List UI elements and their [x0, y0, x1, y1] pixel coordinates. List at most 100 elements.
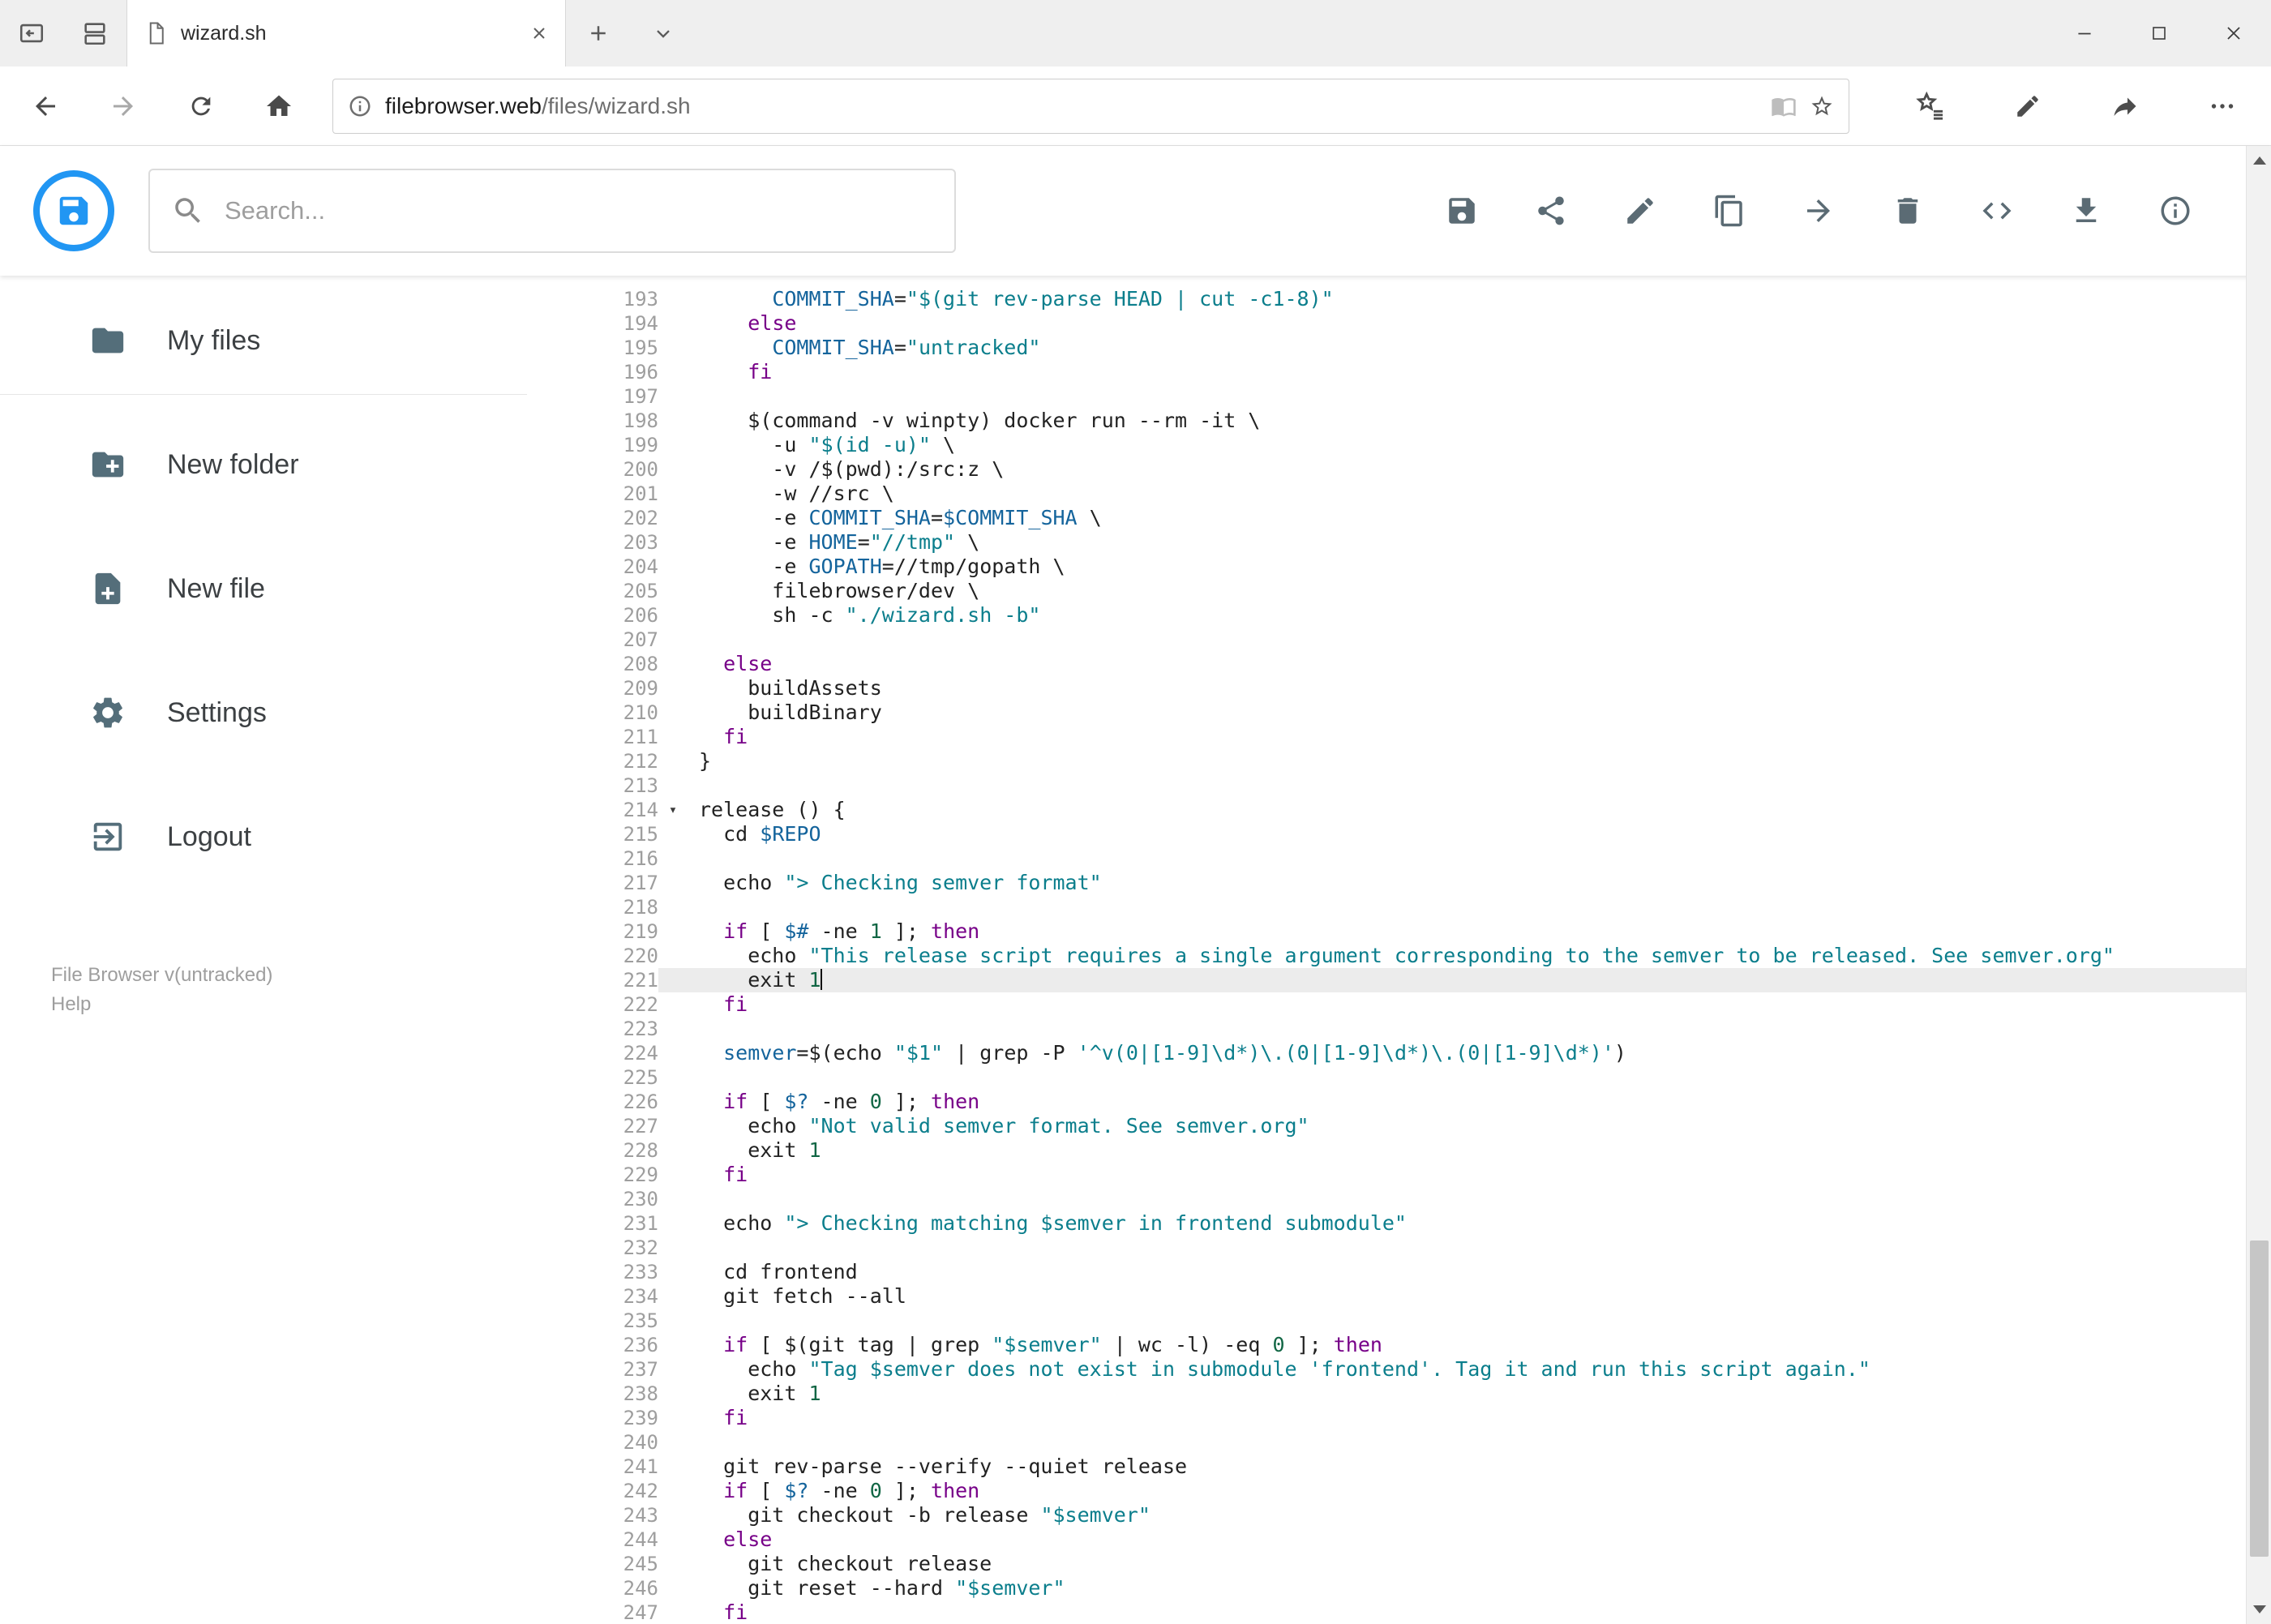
tab-list-caret-button[interactable] — [631, 0, 696, 66]
back-button[interactable] — [6, 66, 84, 145]
code-line[interactable] — [688, 1187, 2271, 1211]
sidebar-item-new-file[interactable]: New file — [0, 548, 568, 629]
info-button[interactable] — [2157, 193, 2193, 229]
code-line[interactable]: echo "Tag $semver does not exist in subm… — [688, 1357, 2271, 1382]
code-line[interactable] — [688, 1309, 2271, 1333]
code-line[interactable]: git checkout -b release "$semver" — [688, 1503, 2271, 1528]
share-button[interactable] — [1533, 193, 1569, 229]
fold-marker-icon[interactable]: ▾ — [658, 798, 688, 822]
code-line[interactable]: semver=$(echo "$1" | grep -P '^v(0|[1-9]… — [688, 1041, 2271, 1065]
close-window-button[interactable] — [2196, 0, 2271, 66]
code-line[interactable]: echo "Not valid semver format. See semve… — [688, 1114, 2271, 1138]
code-line[interactable]: fi — [688, 992, 2271, 1017]
code-editor[interactable]: 193 COMMIT_SHA="$(git rev-parse HEAD | c… — [568, 276, 2271, 1624]
code-line[interactable]: git reset --hard "$semver" — [688, 1576, 2271, 1600]
code-line[interactable]: } — [688, 749, 2271, 773]
code-line[interactable]: git fetch --all — [688, 1284, 2271, 1309]
code-line[interactable]: if [ $# -ne 1 ]; then — [688, 919, 2271, 944]
app-version-link[interactable]: File Browser v(untracked) — [51, 961, 272, 990]
copy-button[interactable] — [1712, 193, 1747, 229]
scroll-down-button[interactable] — [2247, 1595, 2271, 1624]
code-line[interactable] — [688, 773, 2271, 798]
sidebar-item-new-folder[interactable]: New folder — [0, 424, 568, 505]
tab-close-button[interactable] — [529, 24, 549, 43]
code-line[interactable]: fi — [688, 1406, 2271, 1430]
code-line[interactable]: -e HOME="//tmp" \ — [688, 530, 2271, 555]
app-logo[interactable] — [33, 170, 114, 251]
code-line[interactable]: git rev-parse --verify --quiet release — [688, 1455, 2271, 1479]
download-button[interactable] — [2068, 193, 2104, 229]
add-notes-button[interactable] — [1979, 66, 2076, 145]
scroll-up-button[interactable] — [2247, 146, 2271, 175]
sidebar-item-settings[interactable]: Settings — [0, 672, 568, 753]
sidebar-item-my-files[interactable]: My files — [0, 300, 568, 381]
new-tab-button[interactable] — [566, 0, 631, 66]
delete-button[interactable] — [1890, 193, 1926, 229]
code-line[interactable]: $(command -v winpty) docker run --rm -it… — [688, 409, 2271, 433]
code-view-button[interactable] — [1979, 193, 2015, 229]
share-page-button[interactable] — [2076, 66, 2174, 145]
code-line[interactable]: if [ $? -ne 0 ]; then — [688, 1479, 2271, 1503]
favorite-button[interactable] — [1810, 94, 1834, 118]
minimize-button[interactable] — [2047, 0, 2122, 66]
code-line[interactable]: COMMIT_SHA="$(git rev-parse HEAD | cut -… — [688, 287, 2271, 311]
reading-view-button[interactable] — [1771, 93, 1797, 119]
sidebar-item-logout[interactable]: Logout — [0, 796, 568, 877]
code-line[interactable] — [688, 1065, 2271, 1090]
code-line[interactable]: else — [688, 652, 2271, 676]
tab-wizard-sh[interactable]: wizard.sh — [126, 0, 566, 66]
code-line[interactable]: git checkout release — [688, 1552, 2271, 1576]
code-line[interactable]: buildBinary — [688, 701, 2271, 725]
code-line[interactable]: COMMIT_SHA="untracked" — [688, 336, 2271, 360]
code-line[interactable]: echo "> Checking matching $semver in fro… — [688, 1211, 2271, 1236]
code-line[interactable]: cd $REPO — [688, 822, 2271, 846]
scroll-thumb[interactable] — [2250, 1240, 2269, 1557]
help-link[interactable]: Help — [51, 990, 272, 1019]
code-line[interactable]: fi — [688, 1600, 2271, 1624]
tabs-preview-button[interactable] — [63, 0, 126, 66]
forward-button[interactable] — [84, 66, 162, 145]
save-button[interactable] — [1444, 193, 1480, 229]
url-text[interactable]: filebrowser.web/files/wizard.sh — [385, 93, 1758, 119]
code-line[interactable] — [688, 1236, 2271, 1260]
set-tabs-aside-button[interactable] — [0, 0, 63, 66]
maximize-button[interactable] — [2122, 0, 2196, 66]
code-line[interactable]: exit 1 — [688, 968, 2271, 992]
code-line[interactable] — [688, 628, 2271, 652]
code-line[interactable]: -e GOPATH=//tmp/gopath \ — [688, 555, 2271, 579]
edit-button[interactable] — [1622, 193, 1658, 229]
code-line[interactable]: filebrowser/dev \ — [688, 579, 2271, 603]
code-line[interactable]: else — [688, 1528, 2271, 1552]
more-menu-button[interactable] — [2174, 66, 2271, 145]
scrollbar[interactable] — [2246, 146, 2271, 1624]
code-line[interactable]: -w //src \ — [688, 482, 2271, 506]
code-line[interactable]: exit 1 — [688, 1382, 2271, 1406]
code-line[interactable]: exit 1 — [688, 1138, 2271, 1163]
code-line[interactable] — [688, 846, 2271, 871]
code-line[interactable]: -u "$(id -u)" \ — [688, 433, 2271, 457]
code-line[interactable]: sh -c "./wizard.sh -b" — [688, 603, 2271, 628]
home-button[interactable] — [240, 66, 318, 145]
code-line[interactable]: if [ $(git tag | grep "$semver" | wc -l)… — [688, 1333, 2271, 1357]
code-line[interactable]: fi — [688, 360, 2271, 384]
search-box[interactable] — [148, 169, 956, 253]
code-line[interactable] — [688, 1017, 2271, 1041]
search-input[interactable] — [223, 195, 933, 226]
address-bar[interactable]: filebrowser.web/files/wizard.sh — [332, 78, 1849, 134]
refresh-button[interactable] — [162, 66, 240, 145]
move-button[interactable] — [1801, 193, 1836, 229]
code-line[interactable]: cd frontend — [688, 1260, 2271, 1284]
code-line[interactable]: buildAssets — [688, 676, 2271, 701]
code-line[interactable]: -v /$(pwd):/src:z \ — [688, 457, 2271, 482]
page-info-icon[interactable] — [348, 94, 372, 118]
code-line[interactable] — [688, 1430, 2271, 1455]
code-line[interactable]: fi — [688, 725, 2271, 749]
code-line[interactable]: -e COMMIT_SHA=$COMMIT_SHA \ — [688, 506, 2271, 530]
code-line[interactable]: echo "This release script requires a sin… — [688, 944, 2271, 968]
code-line[interactable] — [688, 895, 2271, 919]
code-line[interactable]: echo "> Checking semver format" — [688, 871, 2271, 895]
code-line[interactable] — [688, 384, 2271, 409]
code-line[interactable]: release () { — [688, 798, 2271, 822]
code-line[interactable]: fi — [688, 1163, 2271, 1187]
favorites-hub-button[interactable] — [1882, 66, 1979, 145]
